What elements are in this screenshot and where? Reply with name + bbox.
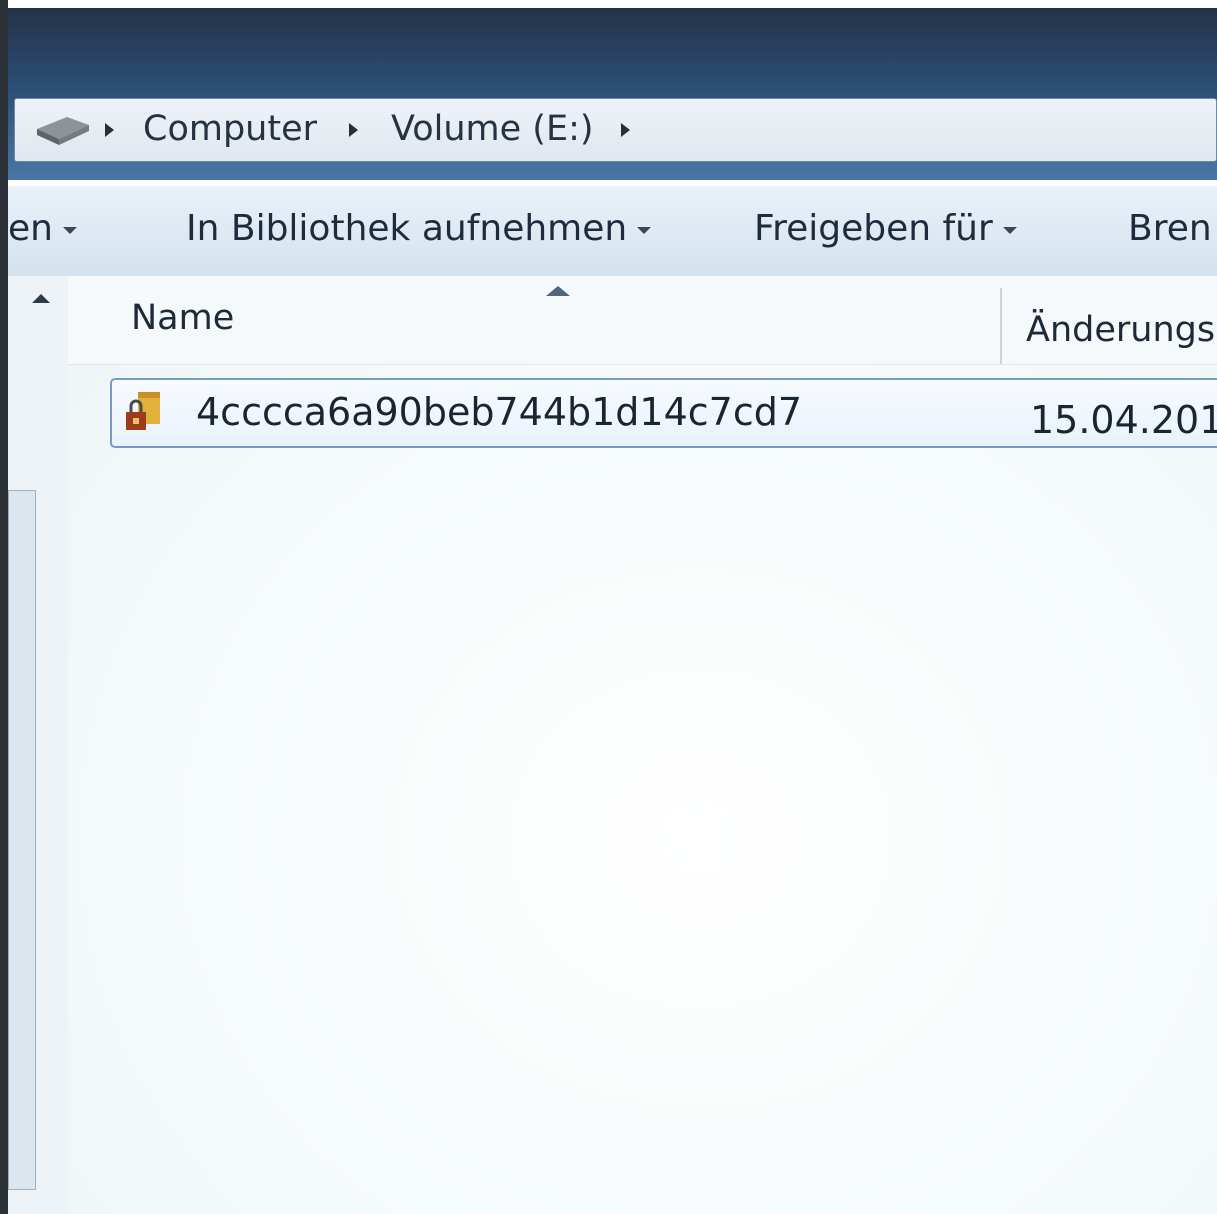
locked-file-icon (126, 392, 160, 430)
toolbar-burn-button[interactable]: Bren (1128, 208, 1212, 249)
sort-ascending-icon (546, 286, 570, 296)
breadcrumb-separator-icon[interactable] (349, 123, 358, 137)
window-edge (0, 0, 8, 1214)
column-header-row: Name Änderungs (68, 276, 1217, 365)
drive-icon[interactable] (33, 113, 93, 149)
navigation-scrollbar[interactable] (8, 490, 36, 1190)
file-name[interactable]: 4cccca6a90beb744b1d14c7cd7 (196, 390, 802, 434)
chevron-down-icon (637, 226, 652, 234)
column-divider[interactable] (1000, 288, 1002, 364)
toolbar-burn-label: Bren (1128, 208, 1212, 249)
breadcrumb-computer[interactable]: Computer (143, 109, 317, 149)
toolbar-organize-label: en (8, 208, 53, 249)
toolbar-include-in-library-button[interactable]: In Bibliothek aufnehmen (186, 208, 652, 249)
command-bar: en In Bibliothek aufnehmen Freigeben für… (8, 186, 1217, 277)
chevron-down-icon (1002, 226, 1017, 234)
file-list[interactable]: Name Änderungs 4cccca6a90beb744b1d14c7cd… (68, 276, 1217, 1214)
toolbar-share-with-button[interactable]: Freigeben für (754, 208, 1017, 249)
toolbar-organize-button[interactable]: en (8, 208, 77, 249)
scroll-up-icon[interactable] (32, 294, 50, 303)
address-bar[interactable]: Computer Volume (E:) (14, 98, 1217, 162)
file-date-modified: 15.04.2019 (1030, 398, 1217, 442)
title-bar: Computer Volume (E:) (8, 8, 1217, 180)
column-header-date-modified[interactable]: Änderungs (1026, 310, 1215, 350)
breadcrumb-volume-e[interactable]: Volume (E:) (391, 109, 594, 149)
column-header-name[interactable]: Name (131, 298, 234, 338)
navigation-pane[interactable] (8, 276, 69, 1214)
chevron-down-icon (62, 226, 77, 234)
explorer-window: Computer Volume (E:) en In Bibliothek au… (0, 0, 1217, 1214)
breadcrumb-separator-icon[interactable] (105, 123, 114, 137)
file-row[interactable]: 4cccca6a90beb744b1d14c7cd7 15.04.2019 (110, 378, 1217, 448)
toolbar-share-with-label: Freigeben für (754, 208, 993, 249)
toolbar-include-in-library-label: In Bibliothek aufnehmen (186, 208, 628, 249)
breadcrumb-separator-icon[interactable] (621, 123, 630, 137)
